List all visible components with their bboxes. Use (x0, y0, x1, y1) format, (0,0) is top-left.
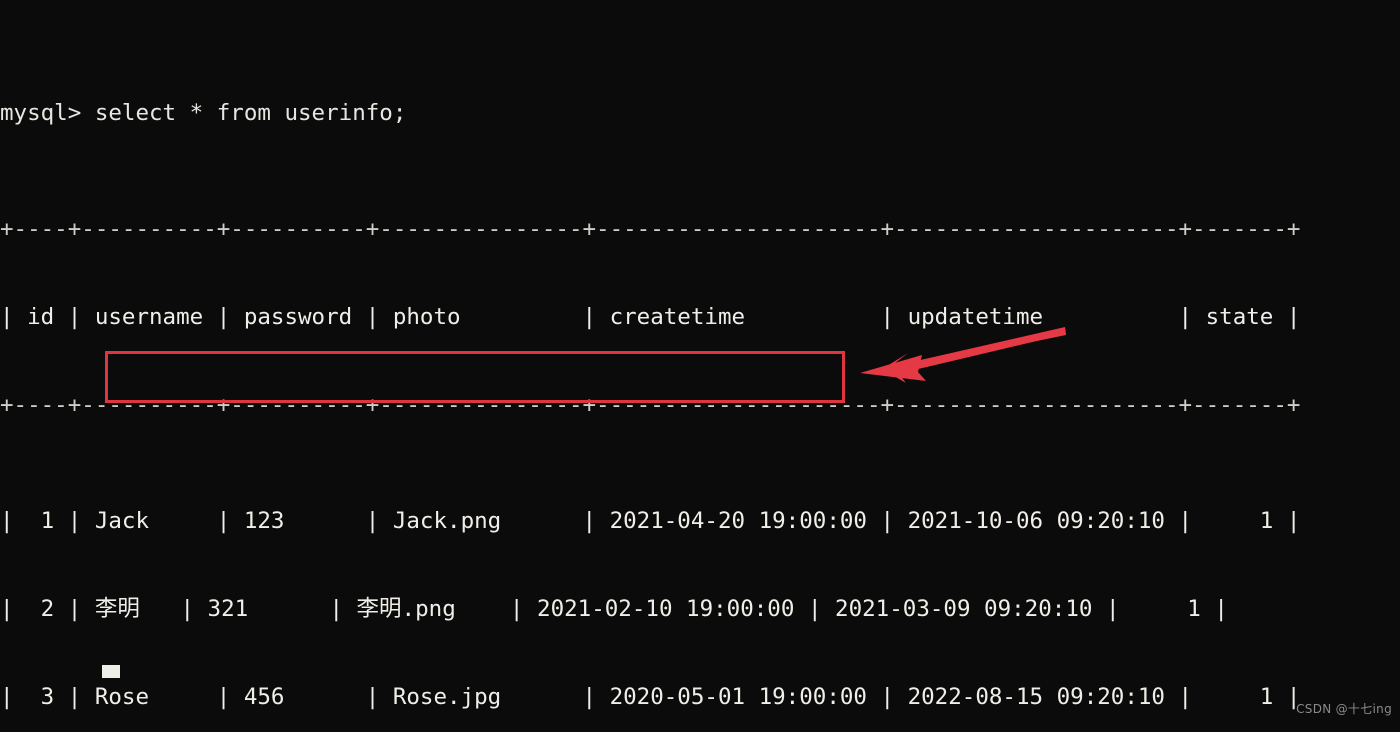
command-line-1[interactable]: mysql> select * from userinfo; (0, 99, 1300, 128)
terminal-output: mysql> select * from userinfo; +----+---… (0, 11, 1300, 732)
table-header-1: | id | username | password | photo | cre… (0, 304, 1301, 330)
terminal-window[interactable]: mysql> select * from userinfo; +----+---… (0, 0, 1400, 732)
table-separator-mid-1: +----+----------+----------+------------… (0, 391, 1301, 418)
table-row: | 1 | Jack | 123 | Jack.png | 2021-04-20… (0, 508, 1301, 535)
table-row: | 2 | 李明 | 321 | 李明.png | 2021-02-10 19:… (0, 595, 1228, 622)
watermark-label: CSDN @十七ing (1296, 701, 1392, 716)
table-separator-top-1: +----+----------+----------+------------… (0, 216, 1301, 243)
text-cursor (102, 665, 120, 678)
table-row: | 3 | Rose | 456 | Rose.jpg | 2020-05-01… (0, 683, 1301, 710)
